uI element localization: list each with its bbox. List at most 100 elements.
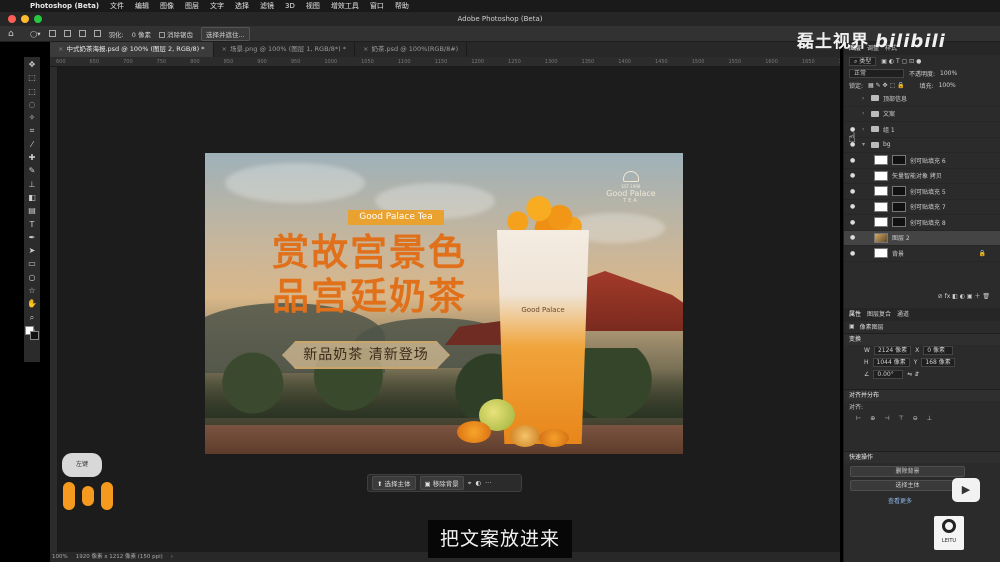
menu-item-type[interactable]: 文字 bbox=[210, 1, 224, 11]
menu-item-layer[interactable]: 图层 bbox=[185, 1, 199, 11]
add-selection-icon[interactable] bbox=[63, 30, 71, 37]
eye-icon[interactable]: ● bbox=[850, 188, 858, 195]
layer-row[interactable]: ● 矢量智能对象 拷贝 bbox=[844, 169, 1000, 184]
close-tab-icon[interactable]: × bbox=[222, 45, 227, 53]
menu-item-plugins[interactable]: 增效工具 bbox=[331, 1, 359, 11]
eye-icon[interactable]: ● bbox=[850, 157, 858, 164]
brush-tool-icon[interactable]: ✎ bbox=[29, 165, 36, 176]
pen-tool-icon[interactable]: ✒ bbox=[29, 232, 36, 243]
layer-row[interactable]: ● 图层 2 bbox=[844, 230, 1000, 246]
magic-wand-icon[interactable]: ✧ bbox=[29, 112, 36, 123]
eye-icon[interactable]: ● bbox=[850, 203, 858, 210]
layer-filter-select[interactable]: ⌕ 类型 bbox=[849, 56, 877, 66]
select-subject-button[interactable]: ⬆ 选择主体 bbox=[372, 476, 416, 490]
menu-item-help[interactable]: 帮助 bbox=[395, 1, 409, 11]
transform-icon[interactable]: ⌖ bbox=[468, 479, 472, 488]
opacity-input[interactable]: 100% bbox=[940, 70, 957, 77]
transform-section-title[interactable]: 变换 bbox=[844, 332, 1000, 345]
layer-row[interactable]: › 文案 bbox=[844, 107, 1000, 122]
menu-item-view[interactable]: 视图 bbox=[306, 1, 320, 11]
layer-action-icons[interactable]: ⊘ fx ◧ ◐ ▣ ＋ 🗑 bbox=[938, 291, 990, 300]
chevron-right-icon[interactable]: › bbox=[171, 552, 173, 562]
align-right-icon[interactable]: ⊣ bbox=[884, 415, 889, 422]
eye-icon[interactable]: ● bbox=[850, 234, 858, 241]
ellipse-tool-icon[interactable]: ○ bbox=[29, 272, 36, 283]
menu-item-image[interactable]: 图像 bbox=[160, 1, 174, 11]
close-window-button[interactable] bbox=[8, 15, 16, 23]
healing-brush-icon[interactable]: ✚ bbox=[29, 152, 36, 163]
lock-icons[interactable]: ▦ ✎ ✥ ⬚ 🔒 bbox=[868, 82, 905, 89]
chevron-down-icon[interactable]: ▾ bbox=[862, 141, 867, 148]
zoom-window-button[interactable] bbox=[34, 15, 42, 23]
poster-artwork[interactable]: Good Palace Tea 赏故宫景色 品宫廷奶茶 新品奶茶 清新登场 ES… bbox=[205, 153, 683, 454]
artboard-tool-icon[interactable]: ⬚ bbox=[28, 72, 36, 83]
clone-stamp-icon[interactable]: ⊥ bbox=[29, 179, 36, 190]
color-swatches[interactable] bbox=[25, 326, 39, 340]
blend-mode-select[interactable]: 正常 bbox=[849, 68, 904, 78]
layer-row[interactable]: ● 创可贴填充 8 bbox=[844, 215, 1000, 231]
align-section-title[interactable]: 对齐并分布 bbox=[844, 388, 1000, 401]
eye-icon[interactable]: ● bbox=[850, 250, 858, 257]
layer-row[interactable]: ● 创可贴填充 6 bbox=[844, 153, 1000, 169]
layer-row[interactable]: › 顶部信息 bbox=[844, 91, 1000, 107]
menu-item-filter[interactable]: 滤镜 bbox=[260, 1, 274, 11]
align-bottom-icon[interactable]: ⊥ bbox=[927, 415, 932, 422]
eye-icon[interactable]: ● bbox=[850, 219, 858, 226]
width-input[interactable]: 2124 像素 bbox=[873, 346, 912, 355]
y-input[interactable]: 168 像素 bbox=[921, 358, 955, 367]
lock-icon[interactable]: 🔒 bbox=[979, 250, 986, 257]
doc-tab-milktea[interactable]: × 奶茶.psd @ 100%(RGB/8#) bbox=[355, 42, 468, 57]
intersect-selection-icon[interactable] bbox=[93, 30, 101, 37]
doc-tab-scene[interactable]: × 场景.png @ 100% (图层 1, RGB/8*) * bbox=[214, 42, 355, 57]
hand-tool-icon[interactable]: ✋ bbox=[27, 298, 37, 309]
doc-tab-poster[interactable]: × 中式奶茶海报.psd @ 100% (图层 2, RGB/8) * bbox=[50, 42, 214, 57]
align-center-v-icon[interactable]: ⊖ bbox=[913, 415, 918, 422]
home-icon[interactable]: ⌂ bbox=[8, 29, 14, 39]
layer-row[interactable]: ● 背景 🔒 bbox=[844, 246, 1000, 262]
view-more-link[interactable]: 查看更多 bbox=[888, 496, 1000, 505]
menu-item-window[interactable]: 窗口 bbox=[370, 1, 384, 11]
more-options-button[interactable]: ··· bbox=[485, 479, 491, 487]
horizontal-ruler[interactable]: 600 650 700 750 800 850 900 950 1000 1050 1100 1150… bbox=[50, 57, 840, 67]
eye-icon[interactable]: ● bbox=[850, 172, 858, 179]
zoom-level[interactable]: 100% bbox=[52, 552, 68, 562]
eraser-icon[interactable]: ◧ bbox=[28, 192, 36, 203]
gradient-tool-icon[interactable]: ▤ bbox=[28, 205, 36, 216]
filter-icons[interactable]: ▣ ◐ T ▢ ⊡ ● bbox=[881, 58, 921, 65]
x-input[interactable]: 0 像素 bbox=[923, 346, 954, 355]
mask-icon[interactable]: ◐ bbox=[475, 479, 481, 487]
select-and-mask-button[interactable]: 选择并遮住... bbox=[200, 26, 250, 41]
align-center-h-icon[interactable]: ⊕ bbox=[870, 415, 875, 422]
align-top-icon[interactable]: ⊤ bbox=[899, 415, 904, 422]
align-left-icon[interactable]: ⊢ bbox=[856, 415, 861, 422]
type-tool-icon[interactable]: T bbox=[30, 219, 35, 230]
custom-shape-icon[interactable]: ☆ bbox=[28, 285, 35, 296]
layer-row[interactable]: ● 创可贴填充 7 bbox=[844, 200, 1000, 215]
move-tool-icon[interactable]: ✥ bbox=[29, 59, 36, 70]
tab-channels[interactable]: 通道 bbox=[897, 308, 909, 321]
tab-layer-comps[interactable]: 图层复合 bbox=[867, 308, 891, 321]
close-tab-icon[interactable]: × bbox=[58, 45, 63, 53]
remove-background-button[interactable]: ▣ 移除背景 bbox=[419, 476, 464, 490]
zoom-tool-icon[interactable]: ⌕ bbox=[30, 312, 34, 323]
menu-item-3d[interactable]: 3D bbox=[285, 2, 295, 10]
angle-input[interactable]: 0.00° bbox=[873, 370, 904, 379]
menu-app-name[interactable]: Photoshop (Beta) bbox=[30, 2, 99, 10]
vertical-ruler[interactable] bbox=[50, 67, 58, 552]
antialias-checkbox[interactable]: 消除锯齿 bbox=[158, 29, 193, 39]
subtract-selection-icon[interactable] bbox=[78, 30, 86, 37]
minimize-window-button[interactable] bbox=[21, 15, 29, 23]
select-subject-quick-button[interactable]: 选择主体 bbox=[850, 479, 965, 491]
new-selection-icon[interactable] bbox=[48, 30, 56, 37]
path-selection-icon[interactable]: ➤ bbox=[29, 245, 36, 256]
tab-properties[interactable]: 属性 bbox=[849, 308, 861, 321]
marquee-tool-icon[interactable]: ⬚ bbox=[28, 86, 36, 97]
remove-background-quick-button[interactable]: 删除背景 bbox=[850, 465, 965, 477]
document-info[interactable]: 1920 像素 x 1212 像素 (150 ppi) bbox=[76, 552, 163, 562]
height-input[interactable]: 1044 像素 bbox=[872, 358, 910, 367]
fill-input[interactable]: 100% bbox=[939, 82, 956, 89]
flip-icons[interactable]: ⇋ ⇵ bbox=[907, 371, 919, 378]
close-tab-icon[interactable]: × bbox=[363, 45, 368, 53]
quick-actions-title[interactable]: 快速操作 bbox=[844, 450, 1000, 463]
chevron-right-icon[interactable]: › bbox=[862, 126, 867, 133]
